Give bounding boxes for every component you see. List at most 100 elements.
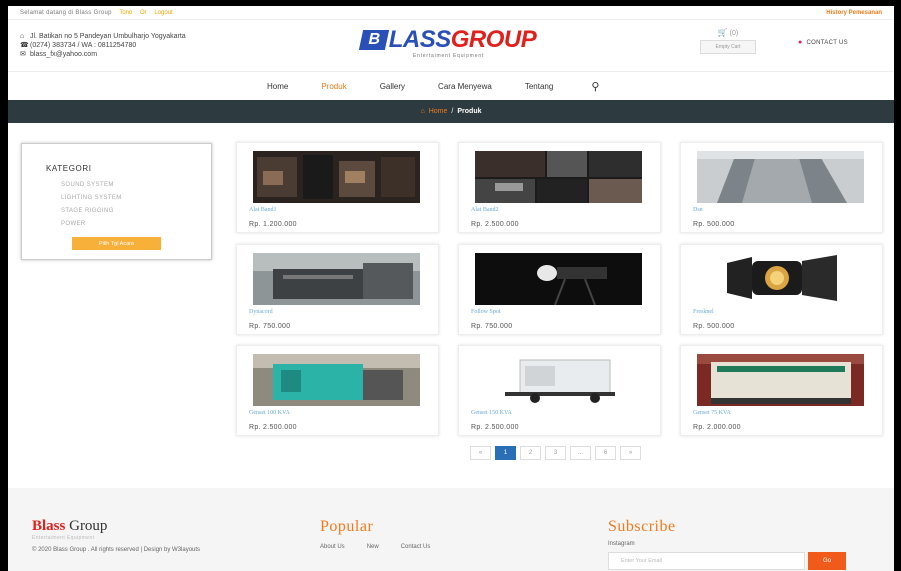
footer-link-about-us[interactable]: About Us — [320, 544, 345, 550]
email-row: ✉ blass_fx@yahoo.com — [20, 50, 320, 59]
logo-tagline: Entertaiment Equipment — [412, 53, 485, 59]
footer-link-new[interactable]: New — [367, 544, 379, 550]
footer-tagline: Entertaiment Equipment — [32, 535, 95, 541]
contact-us-label: CONTACT US — [806, 40, 848, 46]
pagination-prev[interactable]: « — [470, 446, 491, 460]
product-card[interactable]: Genset 75 KVA Rp. 2.000.000 — [680, 345, 883, 436]
product-card[interactable]: Fresknel Rp. 500.000 — [680, 244, 883, 335]
product-price: Rp. 2.000.000 — [693, 424, 741, 431]
product-image[interactable] — [697, 151, 864, 203]
pagination-page-3[interactable]: 3 — [545, 446, 566, 460]
product-card[interactable]: Genset 100 KVA Rp. 2.500.000 — [236, 345, 439, 436]
contact-info: ⌂ Jl. Batikan no 5 Pandeyan Umbulharjo Y… — [20, 32, 320, 59]
nav-home[interactable]: Home — [267, 82, 288, 91]
category-stage-rigging[interactable]: STAGE RIGGING — [61, 205, 187, 218]
product-card[interactable]: Alat Band1 Rp. 1.200.000 — [236, 142, 439, 233]
top-bar-left: Selamat datang di Blass Group Tono Or Lo… — [20, 10, 179, 16]
product-card[interactable]: Alat Band2 Rp. 2.500.000 — [458, 142, 661, 233]
product-image[interactable] — [697, 253, 864, 305]
category-lighting-system[interactable]: LIGHTING SYSTEM — [61, 192, 187, 205]
home-icon: ⌂ — [20, 33, 25, 40]
product-image[interactable] — [253, 354, 420, 406]
product-price: Rp. 1.200.000 — [249, 221, 297, 228]
product-price: Rp. 2.500.000 — [471, 424, 519, 431]
breadcrumb-current: Produk — [457, 108, 482, 115]
phone-icon: ☎ — [20, 42, 29, 49]
product-name[interactable]: Alat Band1 — [249, 207, 277, 213]
product-card[interactable]: Dsn Rp. 500.000 — [680, 142, 883, 233]
select-event-date-button[interactable]: Pilih Tgl Acara — [72, 237, 161, 250]
pagination-ellipsis: ... — [570, 446, 591, 460]
logo-group-text: GROUP — [450, 26, 537, 53]
copyright-text: © 2020 Blass Group . All rights reserved… — [32, 547, 201, 553]
popular-heading: Popular — [320, 518, 374, 535]
product-name[interactable]: Follow Spot — [471, 309, 501, 315]
category-sound-system[interactable]: SOUND SYSTEM — [61, 179, 187, 192]
logo[interactable]: B LASS GROUP Entertaiment Equipment — [316, 27, 581, 59]
logo-box: B — [358, 30, 389, 50]
product-name[interactable]: Dynacord — [249, 309, 273, 315]
footer-subscribe: Subscribe Instagram Enter Your Email Go — [608, 518, 846, 570]
footer-brand: Blass Group Entertaiment Equipment © 202… — [32, 518, 302, 555]
subscribe-heading: Subscribe — [608, 518, 676, 535]
pagination: « 1 2 3 ... 6 » — [470, 446, 645, 460]
product-price: Rp. 750.000 — [471, 323, 513, 330]
product-card[interactable]: Dynacord Rp. 750.000 — [236, 244, 439, 335]
top-bar: Selamat datang di Blass Group Tono Or Lo… — [8, 6, 894, 20]
order-history-link[interactable]: History Pemesanan — [826, 10, 882, 16]
email-input[interactable]: Enter Your Email — [608, 552, 805, 570]
page: Selamat datang di Blass Group Tono Or Lo… — [8, 6, 894, 571]
footer-link-contact-us[interactable]: Contact Us — [401, 544, 431, 550]
product-name[interactable]: Alat Band2 — [471, 207, 499, 213]
product-price: Rp. 500.000 — [693, 323, 735, 330]
contact-us-link[interactable]: ● CONTACT US — [798, 39, 848, 46]
category-sidebar: KATEGORI SOUND SYSTEM LIGHTING SYSTEM ST… — [21, 143, 212, 260]
cart-count-text: (0) — [729, 30, 739, 37]
nav-produk[interactable]: Produk — [321, 82, 346, 91]
logo-blass-text: LASS — [388, 26, 452, 53]
cart[interactable]: 🛒 (0) Empty Cart — [700, 28, 756, 54]
welcome-text: Selamat datang di Blass Group — [20, 9, 112, 16]
footer-brand-name: Blass Group — [32, 518, 302, 535]
subscribe-form: Enter Your Email Go — [608, 552, 846, 570]
category-power[interactable]: POWER — [61, 218, 187, 231]
empty-cart-button[interactable]: Empty Cart — [700, 40, 756, 54]
product-name[interactable]: Genset 75 KVA — [693, 410, 731, 416]
nav-gallery[interactable]: Gallery — [380, 82, 405, 91]
breadcrumb-home-link[interactable]: Home — [429, 108, 448, 115]
product-image[interactable] — [253, 151, 420, 203]
home-icon: ⌂ — [420, 108, 425, 115]
pagination-page-2[interactable]: 2 — [520, 446, 541, 460]
product-image[interactable] — [475, 151, 642, 203]
nav-tentang[interactable]: Tentang — [525, 82, 553, 91]
email-text: blass_fx@yahoo.com — [30, 51, 98, 58]
product-name[interactable]: Genset 100 KVA — [249, 410, 290, 416]
location-pin-icon: ● — [798, 39, 803, 46]
logout-link[interactable]: Logout — [154, 10, 172, 16]
nav-cara-menyewa[interactable]: Cara Menyewa — [438, 82, 492, 91]
popular-links: About Us New Contact Us — [320, 544, 452, 550]
address-text: Jl. Batikan no 5 Pandeyan Umbulharjo Yog… — [30, 33, 186, 40]
product-card[interactable]: Genset 150 KVA Rp. 2.500.000 — [458, 345, 661, 436]
pagination-page-1[interactable]: 1 — [495, 446, 516, 460]
product-image[interactable] — [697, 354, 864, 406]
product-name[interactable]: Genset 150 KVA — [471, 410, 512, 416]
main-nav: Home Produk Gallery Cara Menyewa Tentang… — [8, 72, 894, 100]
category-title: KATEGORI — [46, 164, 92, 173]
product-image[interactable] — [475, 253, 642, 305]
search-icon[interactable]: ⚲ — [591, 80, 599, 93]
product-image[interactable] — [475, 354, 642, 406]
go-button[interactable]: Go — [808, 552, 846, 570]
pagination-page-6[interactable]: 6 — [595, 446, 616, 460]
product-image[interactable] — [253, 253, 420, 305]
pagination-next[interactable]: » — [620, 446, 641, 460]
footer-brand-blass: Blass — [32, 518, 66, 534]
user-link[interactable]: Tono — [119, 10, 132, 16]
product-name[interactable]: Dsn — [693, 207, 703, 213]
instagram-label[interactable]: Instagram — [608, 541, 846, 547]
product-price: Rp. 2.500.000 — [249, 424, 297, 431]
product-name[interactable]: Fresknel — [693, 309, 714, 315]
product-card[interactable]: Follow Spot Rp. 750.000 — [458, 244, 661, 335]
or-text: Or — [140, 9, 147, 16]
cart-icon: 🛒 — [717, 28, 728, 37]
